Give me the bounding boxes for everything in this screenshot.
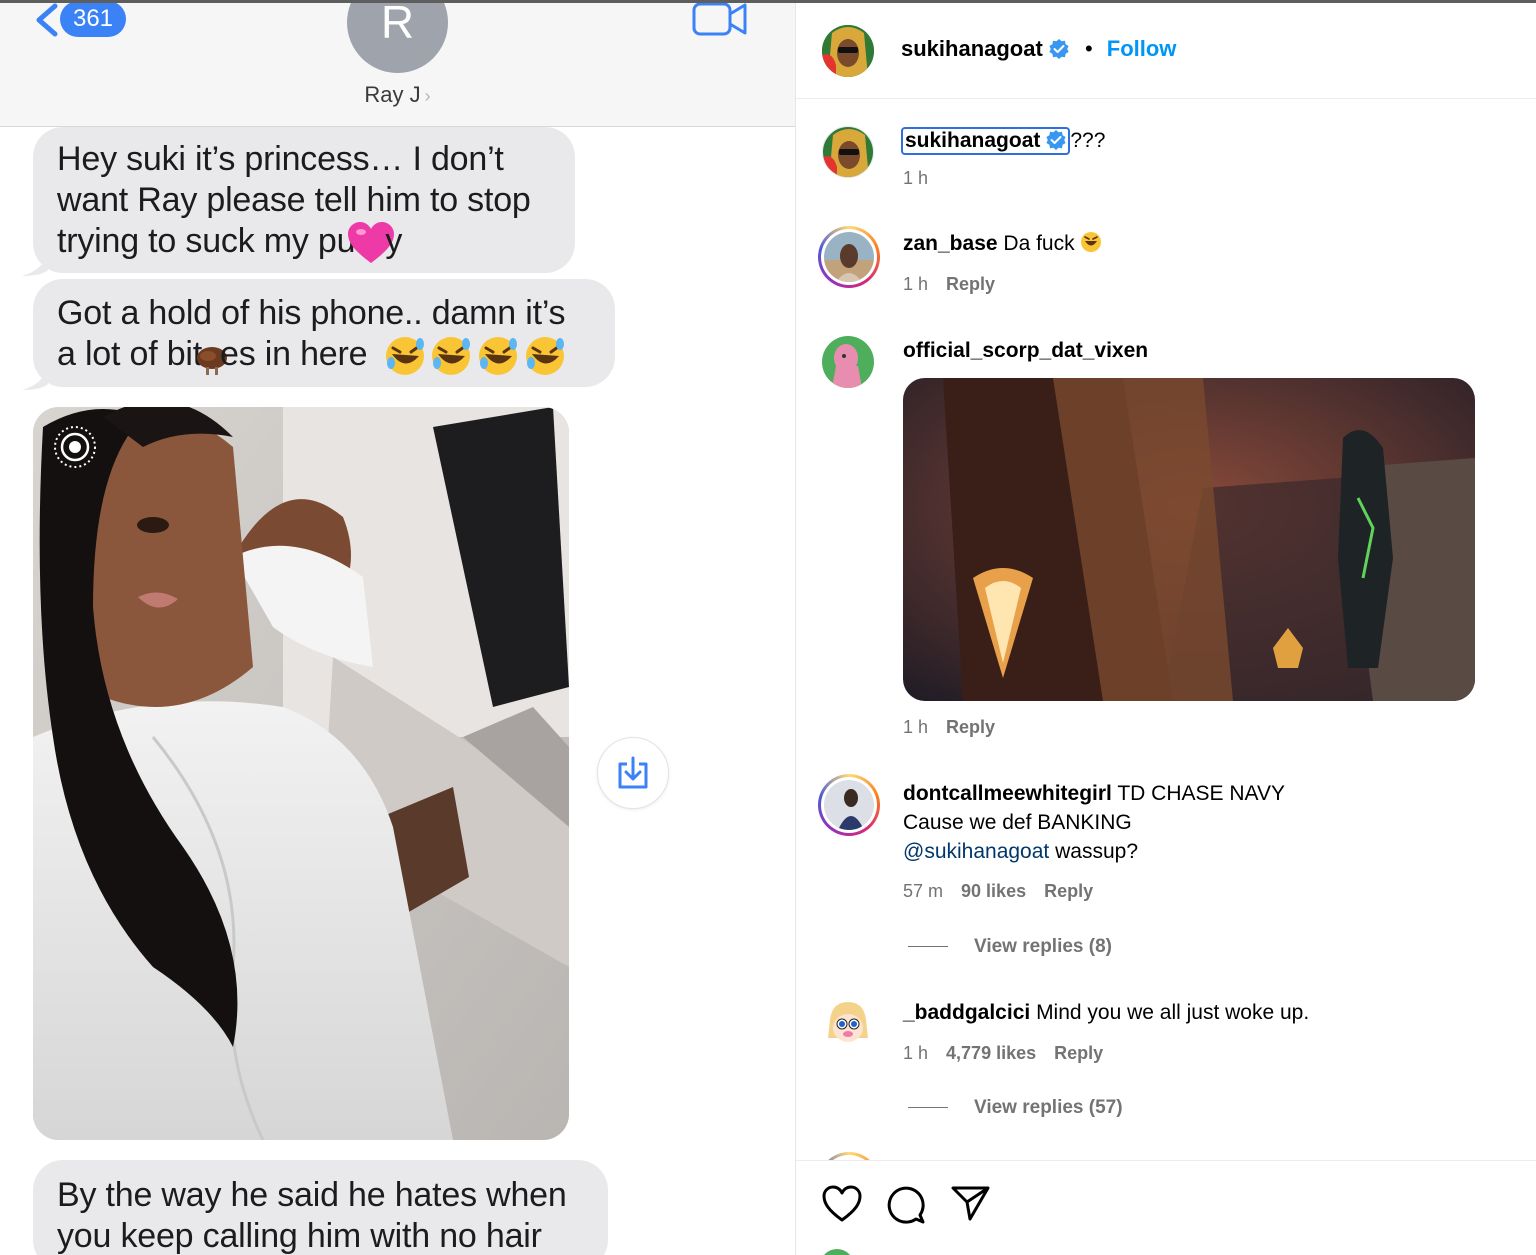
save-image-button[interactable] bbox=[597, 737, 669, 809]
gif-attachment[interactable] bbox=[903, 378, 1475, 701]
comment-username[interactable]: _baddgalcici bbox=[903, 1001, 1030, 1024]
divider-line bbox=[908, 946, 948, 948]
likes-count[interactable]: 90 likes bbox=[961, 881, 1026, 901]
comment-body: TD CHASE NAVY bbox=[1117, 782, 1285, 805]
window-top-border bbox=[0, 0, 1536, 3]
reply-button[interactable]: Reply bbox=[1044, 881, 1093, 901]
message-line: a lot of bit es in here bbox=[57, 334, 591, 378]
rofl-emoji bbox=[385, 335, 566, 377]
comment-meta: 57 m 90 likes Reply bbox=[903, 881, 1093, 902]
comment-time: 1 h bbox=[903, 717, 929, 737]
message-text: a lot of bit bbox=[57, 335, 203, 373]
post-author: sukihanagoat • Follow bbox=[901, 36, 1176, 62]
comment-text: official_scorp_dat_vixen bbox=[903, 336, 1148, 365]
comment-icon[interactable] bbox=[886, 1185, 926, 1225]
reply-button[interactable]: Reply bbox=[946, 717, 995, 737]
share-icon[interactable] bbox=[951, 1185, 991, 1223]
divider-line bbox=[908, 1107, 948, 1109]
likes-count[interactable]: 4,779 likes bbox=[946, 1043, 1036, 1063]
comment-body: Cause we def BANKING bbox=[903, 811, 1132, 834]
post-actions-bar bbox=[796, 1160, 1536, 1255]
conversation-header: 361 R Ray J › bbox=[0, 0, 795, 127]
message-line: Hey suki it’s princess… I don’t bbox=[57, 140, 504, 178]
message-text: trying to suck my pu bbox=[57, 222, 356, 260]
message-line: you keep calling him with no hair bbox=[57, 1217, 542, 1255]
comment-meta: 1 h bbox=[903, 168, 928, 189]
message-text: es in here bbox=[220, 335, 368, 373]
live-photo-icon[interactable] bbox=[52, 424, 98, 470]
contact-name-label: Ray J bbox=[364, 82, 421, 107]
comment-username[interactable]: official_scorp_dat_vixen bbox=[903, 339, 1148, 362]
comment-body: ??? bbox=[1070, 129, 1106, 152]
avatar[interactable] bbox=[822, 998, 874, 1050]
comment-username[interactable]: zan_base bbox=[903, 232, 998, 255]
view-replies-button[interactable]: View replies (8) bbox=[908, 936, 1112, 958]
story-ring[interactable] bbox=[818, 774, 880, 836]
comment-meta: 1 h Reply bbox=[903, 274, 995, 295]
comment-time: 1 h bbox=[903, 168, 929, 188]
message-photo[interactable] bbox=[33, 407, 569, 1140]
view-replies-button[interactable]: View replies (57) bbox=[908, 1097, 1123, 1119]
message-bubble[interactable]: Got a hold of his phone.. damn it’s a lo… bbox=[33, 279, 615, 387]
verified-badge-icon bbox=[1049, 39, 1069, 59]
username-link-focused[interactable]: sukihanagoat bbox=[901, 127, 1071, 155]
message-line: trying to suck my pu y bbox=[57, 221, 551, 265]
separator-dot: • bbox=[1084, 36, 1093, 61]
comment-meta: 1 h 4,779 likes Reply bbox=[903, 1043, 1103, 1064]
chevron-right-icon: › bbox=[424, 86, 431, 106]
comment-time: 1 h bbox=[903, 1043, 929, 1063]
download-icon bbox=[618, 756, 648, 789]
mention-link[interactable]: @sukihanagoat bbox=[903, 840, 1049, 863]
follow-button[interactable]: Follow bbox=[1107, 36, 1177, 61]
comment-text: sukihanagoat??? bbox=[901, 126, 1105, 155]
video-camera-icon[interactable] bbox=[692, 0, 748, 38]
laughing-emoji bbox=[1081, 232, 1102, 252]
imessage-panel: 361 R Ray J › Hey suki it’s princess… I d… bbox=[0, 0, 795, 1255]
comment-meta: 1 h Reply bbox=[903, 717, 995, 738]
message-line: want Ray please tell him to stop bbox=[57, 181, 531, 219]
instagram-comments-panel: sukihanagoat • Follow sukihanagoat??? 1 … bbox=[795, 0, 1536, 1255]
avatar[interactable] bbox=[820, 1249, 854, 1255]
reply-button[interactable]: Reply bbox=[946, 274, 995, 294]
comment-body: Mind you we all just woke up. bbox=[1036, 1001, 1310, 1024]
comment-text: _baddgalcici Mind you we all just woke u… bbox=[903, 998, 1309, 1027]
message-bubble[interactable]: Hey suki it’s princess… I don’t want Ray… bbox=[33, 127, 575, 273]
reply-button[interactable]: Reply bbox=[1054, 1043, 1103, 1063]
unread-count-badge[interactable]: 361 bbox=[60, 1, 126, 37]
username-link[interactable]: sukihanagoat bbox=[901, 36, 1043, 61]
avatar[interactable] bbox=[822, 25, 874, 77]
comment-text: dontcallmeewhitegirl TD CHASE NAVY Cause… bbox=[903, 779, 1285, 866]
heart-icon[interactable] bbox=[822, 1185, 862, 1223]
comment-body: Da fuck bbox=[1003, 232, 1075, 255]
comment-body: wassup? bbox=[1055, 840, 1138, 863]
post-header: sukihanagoat • Follow bbox=[796, 3, 1536, 99]
message-bubble[interactable]: By the way he said he hates when you kee… bbox=[33, 1160, 608, 1255]
view-replies-label: View replies (57) bbox=[974, 1097, 1123, 1118]
contact-name[interactable]: Ray J › bbox=[300, 82, 495, 108]
message-text: y bbox=[385, 222, 403, 260]
story-ring[interactable] bbox=[818, 226, 880, 288]
comment-username[interactable]: dontcallmeewhitegirl bbox=[903, 782, 1112, 805]
message-line: By the way he said he hates when bbox=[57, 1176, 567, 1214]
comment-time: 57 m bbox=[903, 881, 944, 901]
verified-badge-icon bbox=[1046, 130, 1066, 150]
comment-time: 1 h bbox=[903, 274, 929, 294]
comment-text: zan_base Da fuck bbox=[903, 229, 1102, 258]
avatar[interactable] bbox=[822, 126, 874, 178]
message-line: Got a hold of his phone.. damn it’s bbox=[57, 294, 566, 332]
view-replies-label: View replies (8) bbox=[974, 936, 1112, 957]
avatar[interactable] bbox=[822, 336, 874, 388]
contact-avatar[interactable]: R bbox=[347, 0, 448, 73]
comment-username: sukihanagoat bbox=[905, 129, 1041, 152]
